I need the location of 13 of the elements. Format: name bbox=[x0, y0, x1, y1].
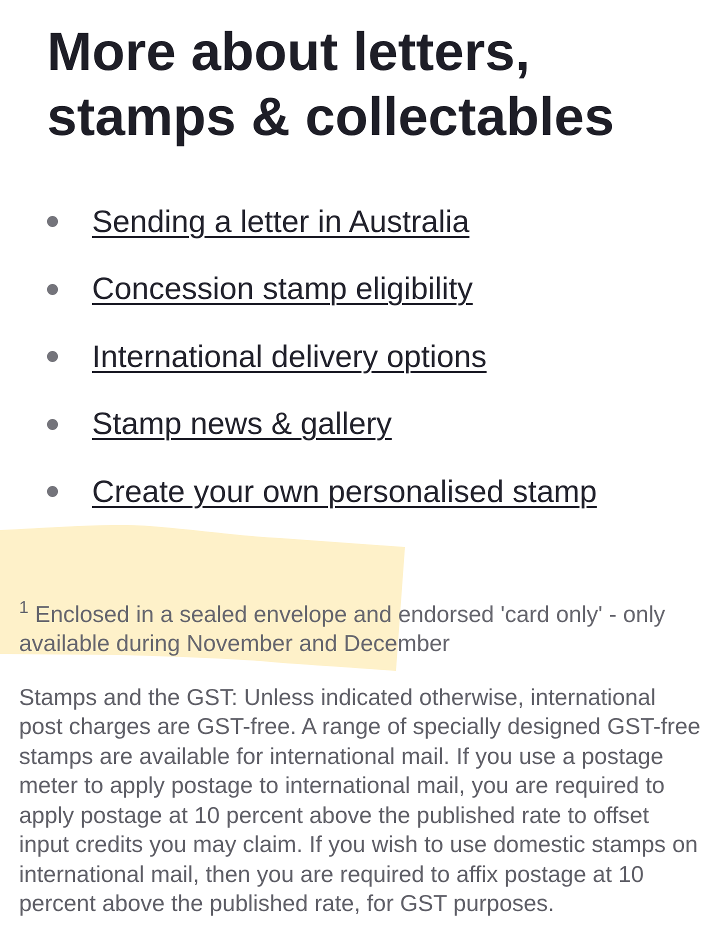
bullet-icon bbox=[47, 418, 58, 430]
page-heading: More about letters, stamps & collectables bbox=[47, 21, 616, 149]
bullet-icon bbox=[47, 351, 58, 362]
link[interactable]: Create your own personalised stamp bbox=[92, 472, 597, 512]
bullet-icon bbox=[47, 216, 58, 228]
body-text: Stamps and the GST: Unless indicated otherwise, international post charges are GST-free. A range of specially designed GST-free stamps are available for international mail. If you use a postage meter to apply postage to international mail, you are required to apply postage at 10 percent above the published rate to offset input credits you may claim. If you wish to use domestic stamps on international mail, then you are required to affix postage at 10 percent above the published rate, for GST purposes. bbox=[19, 682, 701, 918]
footnote-text: $^{1}$ Enclosed in a sealed envelope and endorsed 'card only' - only available during November and December bbox=[19, 600, 666, 658]
link[interactable]: Sending a letter in Australia bbox=[92, 202, 470, 242]
link[interactable]: Stamp news & gallery bbox=[92, 404, 392, 444]
link[interactable]: International delivery options bbox=[92, 336, 487, 377]
bullet-icon bbox=[47, 284, 58, 295]
link[interactable]: Concession stamp eligibility bbox=[92, 269, 473, 310]
bullet-icon bbox=[47, 486, 58, 498]
